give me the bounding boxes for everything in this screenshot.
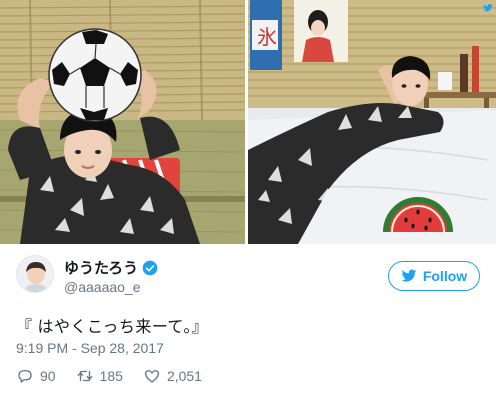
photo-watermelon-icon: 氷 (248, 0, 496, 244)
tweet-photo-1[interactable] (0, 0, 245, 244)
tweet-card: 氷 ゆうたろう @aaaaao_e Follow 『 はやくこっち来ーて。』 9… (0, 0, 496, 400)
retweet-count: 185 (99, 368, 123, 384)
verified-badge-icon (142, 260, 158, 275)
reply-count: 90 (40, 368, 56, 384)
reply-button[interactable]: 90 (16, 367, 56, 385)
reply-icon (18, 370, 32, 383)
twitter-bird-icon (401, 269, 417, 282)
heart-icon (144, 370, 159, 383)
retweet-button[interactable]: 185 (76, 367, 123, 385)
tweet-media: 氷 (0, 0, 496, 244)
tweet-photo-2[interactable]: 氷 (248, 0, 496, 244)
display-name-text: ゆうたろう (64, 260, 139, 277)
avatar[interactable] (16, 255, 54, 293)
user-handle[interactable]: @aaaaao_e (64, 279, 141, 295)
tweet-timestamp[interactable]: 9:19 PM - Sep 28, 2017 (16, 340, 164, 356)
like-count: 2,051 (166, 368, 202, 384)
photo-soccer-ball-icon (0, 0, 245, 244)
svg-text:氷: 氷 (257, 25, 277, 49)
follow-button-label: Follow (422, 268, 468, 284)
display-name[interactable]: ゆうたろう (64, 257, 158, 278)
tweet-text: 『 はやくこっち来ーて。』 (16, 319, 209, 336)
avatar-image-icon (17, 256, 53, 292)
twitter-bird-icon (483, 4, 493, 12)
tweet-actions: 90 185 2,051 (16, 366, 202, 386)
retweet-icon (77, 370, 93, 382)
follow-button[interactable]: Follow (388, 261, 480, 291)
like-button[interactable]: 2,051 (143, 367, 202, 385)
tweet-header: ゆうたろう @aaaaao_e Follow (16, 251, 480, 299)
